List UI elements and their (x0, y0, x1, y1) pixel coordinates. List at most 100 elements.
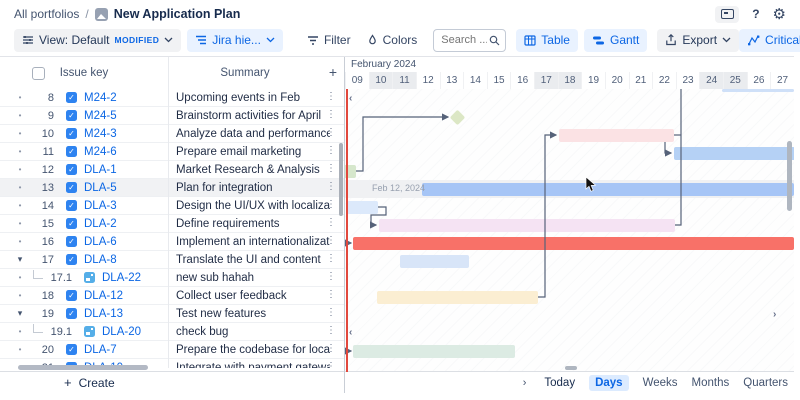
zoom-level-weeks[interactable]: Weeks (643, 377, 678, 389)
row-menu-icon[interactable]: ⋮ (326, 253, 336, 264)
critical-path-button[interactable]: Critical Path (739, 29, 800, 52)
gantt-view-button[interactable]: Gantt (584, 29, 647, 52)
table-row[interactable]: ▾ 19 ✓ DLA-13 Test new features ⋮ (0, 305, 344, 323)
row-menu-icon[interactable]: ⋮ (326, 109, 336, 120)
issue-key-link[interactable]: M24-3 (84, 128, 117, 140)
issue-summary[interactable]: Translate the UI and content (176, 254, 330, 266)
chart-horizontal-scrollbar[interactable] (565, 366, 577, 370)
row-menu-icon[interactable]: ⋮ (326, 307, 336, 318)
export-button[interactable]: Export (657, 29, 739, 52)
row-menu-icon[interactable]: ⋮ (326, 271, 336, 282)
column-summary[interactable]: Summary (168, 67, 322, 79)
issue-key-link[interactable]: DLA-1 (84, 164, 117, 176)
row-marker[interactable]: • (12, 219, 28, 228)
table-row[interactable]: • 17.1 DLA-22 new sub hahah ⋮ (0, 269, 344, 287)
row-menu-icon[interactable]: ⋮ (326, 199, 336, 210)
table-row[interactable]: • 11 ✓ M24-6 Prepare email marketing ⋮ (0, 143, 344, 161)
row-menu-icon[interactable]: ⋮ (326, 127, 336, 138)
issue-key-link[interactable]: M24-6 (84, 146, 117, 158)
row-marker[interactable]: ▾ (12, 254, 28, 265)
row-menu-icon[interactable]: ⋮ (326, 145, 336, 156)
table-row[interactable]: • 20 ✓ DLA-7 Prepare the codebase for lo… (0, 341, 344, 359)
issue-key-link[interactable]: DLA-6 (84, 236, 117, 248)
issue-summary[interactable]: Market Research & Analysis (176, 164, 330, 176)
issue-key-link[interactable]: DLA-5 (84, 182, 117, 194)
issue-key-link[interactable]: DLA-8 (84, 254, 117, 266)
row-menu-icon[interactable]: ⋮ (326, 91, 336, 102)
row-marker[interactable]: • (12, 111, 28, 120)
issue-summary[interactable]: Test new features (176, 308, 330, 320)
table-row[interactable]: • 9 ✓ M24-5 Brainstorm activities for Ap… (0, 107, 344, 125)
table-row[interactable]: • 13 ✓ DLA-5 Plan for integration ⋮ (0, 179, 344, 197)
colors-button[interactable]: Colors (359, 29, 426, 52)
row-marker[interactable]: • (12, 165, 28, 174)
issue-key-link[interactable]: DLA-13 (84, 308, 123, 320)
table-row[interactable]: • 19.1 DLA-20 check bug ⋮ (0, 323, 344, 341)
today-button[interactable]: Today (544, 377, 575, 389)
issue-key-link[interactable]: DLA-20 (102, 326, 141, 338)
help-icon[interactable]: ? (752, 7, 759, 21)
row-menu-icon[interactable]: ⋮ (326, 235, 336, 246)
issue-key-link[interactable]: DLA-22 (102, 272, 141, 284)
issue-summary[interactable]: Define requirements (176, 218, 330, 230)
row-marker[interactable]: • (12, 147, 28, 156)
expand-chevron-icon[interactable]: › (523, 377, 527, 389)
row-marker[interactable]: • (12, 129, 28, 138)
table-row[interactable]: • 10 ✓ M24-3 Analyze data and performanc… (0, 125, 344, 143)
issue-key-link[interactable]: M24-5 (84, 110, 117, 122)
zoom-level-quarters[interactable]: Quarters (743, 377, 788, 389)
row-marker[interactable]: ▾ (12, 308, 28, 319)
table-row[interactable]: ▾ 17 ✓ DLA-8 Translate the UI and conten… (0, 251, 344, 269)
row-menu-icon[interactable]: ⋮ (326, 361, 336, 368)
issue-key-link[interactable]: DLA-2 (84, 218, 117, 230)
issue-summary[interactable]: new sub hahah (176, 272, 330, 284)
create-button[interactable]: Create (79, 376, 115, 390)
table-row[interactable]: • 18 ✓ DLA-12 Collect user feedback ⋮ (0, 287, 344, 305)
issue-summary[interactable]: Collect user feedback (176, 290, 330, 302)
issue-summary[interactable]: Implement an internationalization framew… (176, 236, 330, 248)
row-menu-icon[interactable]: ⋮ (326, 325, 336, 336)
search-input[interactable] (439, 33, 489, 47)
feedback-icon[interactable] (715, 6, 739, 23)
add-column-button[interactable]: + (329, 65, 337, 79)
row-marker[interactable]: • (12, 201, 28, 210)
issue-summary[interactable]: Integrate with payment gateways (176, 362, 330, 369)
issue-summary[interactable]: Analyze data and performance (176, 128, 330, 140)
issue-summary[interactable]: Brainstorm activities for April (176, 110, 330, 122)
row-menu-icon[interactable]: ⋮ (326, 181, 336, 192)
issue-summary[interactable]: check bug (176, 326, 330, 338)
chart-vertical-scrollbar[interactable] (787, 141, 792, 211)
zoom-level-months[interactable]: Months (692, 377, 730, 389)
issue-summary[interactable]: Prepare the codebase for localization (176, 344, 330, 356)
table-row[interactable]: • 14 ✓ DLA-3 Design the UI/UX with local… (0, 197, 344, 215)
gear-icon[interactable]: ⚙ (773, 7, 786, 22)
issue-key-link[interactable]: DLA-7 (84, 344, 117, 356)
table-horizontal-scrollbar[interactable] (18, 365, 148, 370)
row-marker[interactable]: • (12, 327, 28, 336)
zoom-level-days[interactable]: Days (589, 375, 629, 391)
table-vertical-scrollbar[interactable] (339, 143, 343, 216)
table-row[interactable]: • 12 ✓ DLA-1 Market Research & Analysis … (0, 161, 344, 179)
row-marker[interactable]: • (12, 291, 28, 300)
table-row[interactable]: • 15 ✓ DLA-2 Define requirements ⋮ (0, 215, 344, 233)
hierarchy-selector[interactable]: Jira hie... (187, 29, 283, 52)
view-selector[interactable]: View: Default MODIFIED (14, 29, 181, 52)
row-marker[interactable]: • (12, 183, 28, 192)
issue-summary[interactable]: Design the UI/UX with localization (176, 200, 330, 212)
row-marker[interactable]: • (12, 237, 28, 246)
table-view-button[interactable]: Table (516, 29, 578, 52)
issue-summary[interactable]: Plan for integration (176, 182, 330, 194)
issue-key-link[interactable]: DLA-12 (84, 290, 123, 302)
row-menu-icon[interactable]: ⋮ (326, 343, 336, 354)
issue-summary[interactable]: Prepare email marketing (176, 146, 330, 158)
column-issue-key[interactable]: Issue key (0, 67, 168, 79)
row-marker[interactable]: • (12, 93, 28, 102)
table-row[interactable]: • 8 ✓ M24-2 Upcoming events in Feb ⋮ (0, 89, 344, 107)
row-marker[interactable]: • (12, 273, 28, 282)
search-icon[interactable] (489, 35, 500, 46)
breadcrumb-all-portfolios[interactable]: All portfolios (14, 7, 79, 21)
issue-summary[interactable]: Upcoming events in Feb (176, 92, 330, 104)
issue-key-link[interactable]: DLA-3 (84, 200, 117, 212)
issue-key-link[interactable]: M24-2 (84, 92, 117, 104)
filter-button[interactable]: Filter (299, 29, 359, 52)
